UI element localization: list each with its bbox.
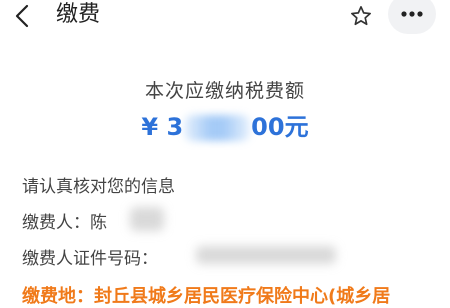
amount-suffix: 00元 [251, 113, 309, 141]
id-label: 缴费人证件号码： [22, 249, 158, 269]
top-bar: 缴费 [0, 0, 450, 34]
amount-currency: ¥ [141, 113, 159, 141]
amount-value: ¥ 3 00元 [0, 110, 450, 144]
payment-place: 缴费地：封丘县城乡居民医疗保险中心(城乡居 [22, 286, 391, 307]
id-row: 缴费人证件号码： [22, 244, 158, 269]
more-horizontal-icon [401, 11, 423, 17]
more-button[interactable] [388, 0, 436, 34]
payee-row: 缴费人：陈 [22, 208, 107, 233]
payee-value: 陈 [90, 213, 107, 233]
amount-redacted-blur [184, 115, 251, 141]
payee-redacted-blur [130, 207, 164, 231]
id-redacted-blur [196, 246, 336, 264]
payee-label: 缴费人： [22, 213, 90, 233]
chevron-left-icon[interactable] [10, 3, 36, 29]
star-outline-icon[interactable] [350, 5, 372, 27]
amount-prefix: 3 [166, 113, 184, 141]
amount-label: 本次应缴纳税费额 [144, 80, 305, 102]
info-section-title: 请认真核对您的信息 [22, 177, 175, 197]
page-title: 缴费 [56, 2, 101, 27]
